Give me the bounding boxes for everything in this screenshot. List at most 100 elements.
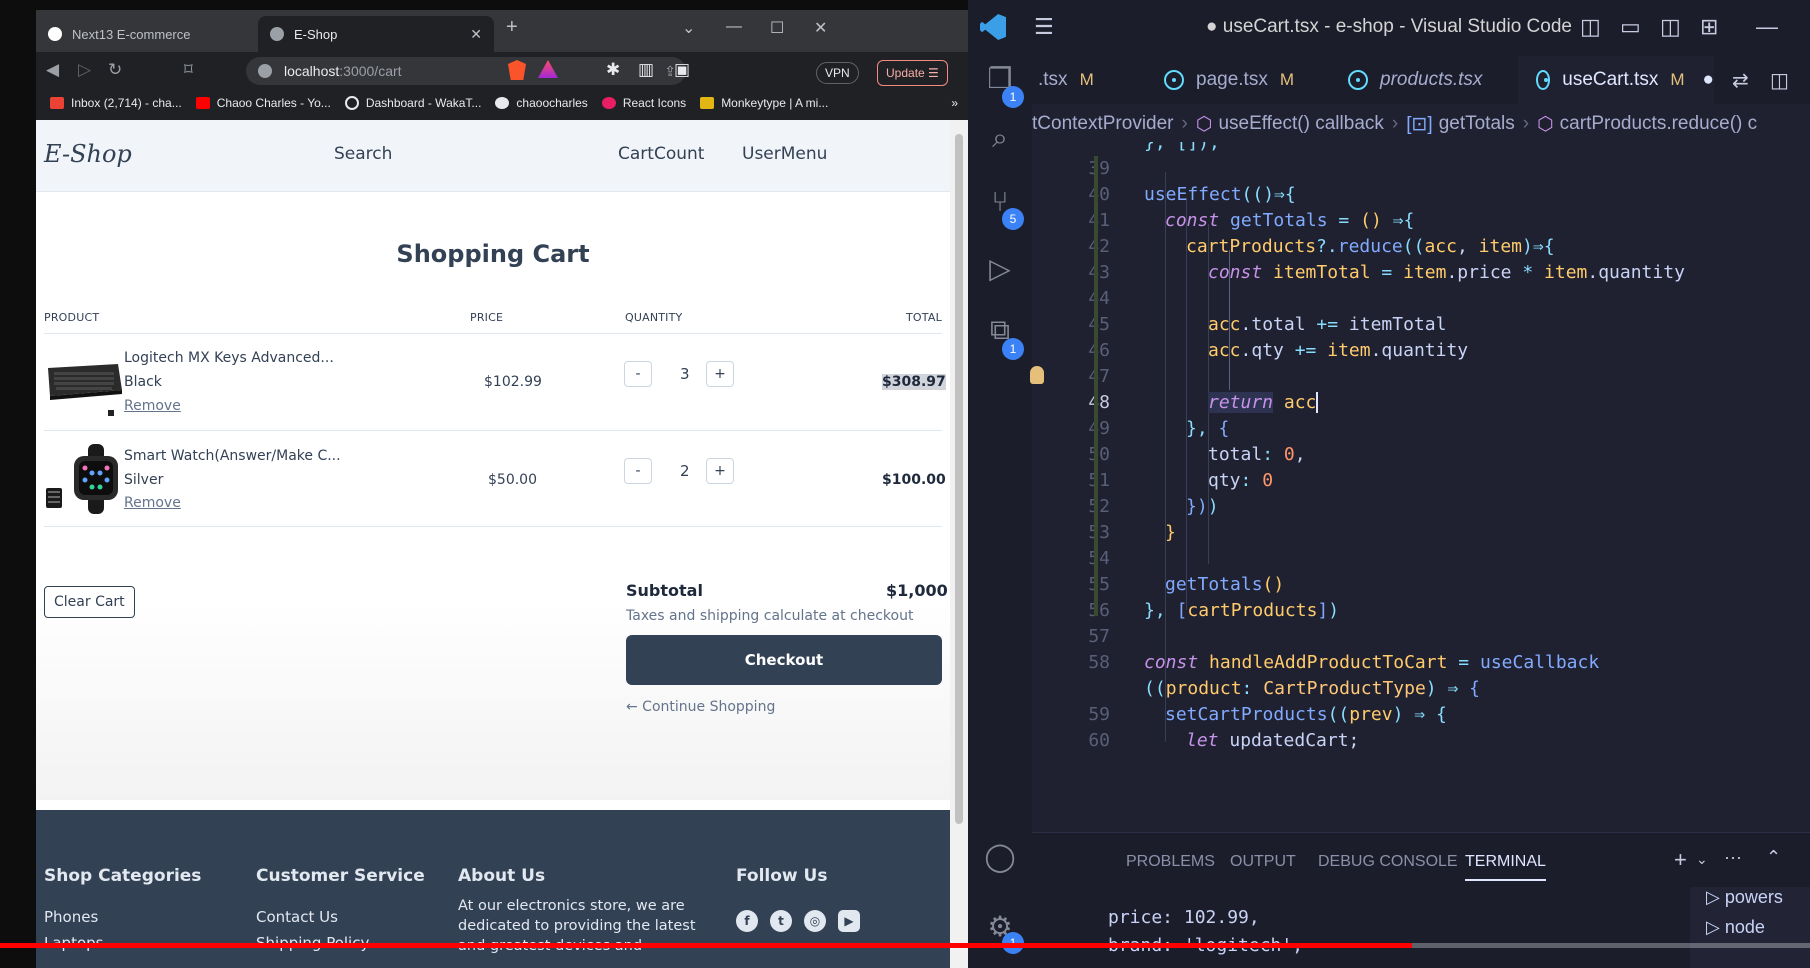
page-scrollbar[interactable] (950, 120, 968, 968)
terminal-item-node[interactable]: ▷ node (1706, 917, 1765, 938)
bookmark-wakatime[interactable]: Dashboard - WakaT... (344, 96, 481, 110)
chevron-down-icon[interactable]: ⌄ (1696, 851, 1708, 868)
taxes-note: Taxes and shipping calculate at checkout (626, 608, 914, 624)
increase-qty-button[interactable]: + (706, 361, 734, 387)
bookmark-github[interactable]: chaoocharles (495, 96, 588, 110)
browser-tab-eshop[interactable]: E-Shop ✕ (258, 16, 494, 52)
toggle-sidebar-icon[interactable]: ◫ (1580, 14, 1601, 40)
bookmarks-overflow-icon[interactable]: » (951, 96, 958, 110)
breadcrumb-item[interactable]: cartProducts.reduce() c (1560, 113, 1757, 135)
remove-link[interactable]: Remove (124, 495, 181, 511)
tab-terminal[interactable]: TERMINAL (1465, 853, 1546, 881)
scrollbar-thumb[interactable] (955, 134, 963, 824)
clear-cart-button[interactable]: Clear Cart (44, 586, 135, 618)
bookmark-youtube[interactable]: Chaoo Charles - Yo... (195, 96, 331, 110)
toggle-panel-icon[interactable]: ▭ (1620, 14, 1641, 40)
product-name[interactable]: Smart Watch(Answer/Make C... (124, 448, 341, 464)
twitter-icon[interactable]: t (770, 910, 792, 932)
video-progress-bar[interactable] (0, 943, 1810, 948)
back-icon[interactable]: ◀ (46, 60, 59, 80)
line-number: 48 (1088, 392, 1110, 413)
terminal-item-powershell[interactable]: ▷ powers (1706, 887, 1783, 908)
breadcrumb-item[interactable]: useEffect() callback (1218, 113, 1383, 135)
forward-icon[interactable]: ▷ (78, 60, 91, 80)
more-actions-icon[interactable]: ··· (1724, 847, 1742, 868)
line-number: 59 (1088, 704, 1110, 725)
tab-title: E-Shop (294, 26, 338, 42)
breadcrumb-item[interactable]: getTotals (1439, 113, 1515, 135)
increase-qty-button[interactable]: + (706, 458, 734, 484)
browser-tab-next13[interactable]: Next13 E-commerce (36, 16, 256, 52)
tab-search-icon[interactable]: ⌄ (682, 18, 695, 38)
line-number: 54 (1088, 548, 1110, 569)
bookmark-gmail[interactable]: Inbox (2,714) - cha... (50, 96, 182, 110)
chevron-right-icon: › (1181, 113, 1188, 134)
toggle-secondary-sidebar-icon[interactable]: ◫ (1660, 14, 1681, 40)
cart-count-link[interactable]: CartCount (618, 144, 704, 164)
site-navbar: E-Shop Search CartCount UserMenu (36, 120, 950, 192)
update-button[interactable]: Update ☰ (877, 60, 948, 86)
run-debug-icon[interactable]: ▷ (982, 252, 1018, 288)
footer-link[interactable]: Phones (44, 908, 98, 926)
lightbulb-icon[interactable] (1030, 366, 1044, 384)
window-close-icon[interactable]: ✕ (814, 18, 827, 38)
react-icon (1536, 70, 1551, 90)
breadcrumb-item[interactable]: tContextProvider (1032, 113, 1174, 135)
tab-problems[interactable]: PROBLEMS (1126, 853, 1215, 871)
monkeytype-icon (700, 97, 715, 109)
checkout-button[interactable]: Checkout (626, 635, 942, 685)
sidebar-icon[interactable]: ▥ (638, 60, 654, 80)
code-editor[interactable]: }, []); 39 40 useEffect(()⇒{ 41 const getT… (1032, 142, 1810, 832)
bookmark-icon[interactable]: ⌑ (184, 60, 193, 80)
customize-layout-icon[interactable]: ⊞ (1700, 14, 1718, 40)
line-number: 49 (1088, 418, 1110, 439)
minimize-icon[interactable]: — (726, 18, 742, 36)
tab-output[interactable]: OUTPUT (1230, 853, 1296, 871)
smartwatch-image[interactable] (44, 442, 124, 514)
user-menu-link[interactable]: UserMenu (742, 144, 827, 164)
site-logo[interactable]: E-Shop (44, 140, 132, 168)
bookmark-monkeytype[interactable]: Monkeytype | A mi... (700, 96, 828, 110)
accounts-icon[interactable]: ◯ (982, 840, 1018, 876)
footer-link[interactable]: Contact Us (256, 908, 338, 926)
reload-icon[interactable]: ↻ (108, 60, 122, 80)
tab-usecart-tsx[interactable]: useCart.tsx M ● (1518, 56, 1714, 104)
split-editor-icon[interactable]: ◫ (1770, 68, 1789, 93)
search-link[interactable]: Search (334, 144, 392, 164)
instagram-icon[interactable]: ◎ (804, 910, 826, 932)
product-name[interactable]: Logitech MX Keys Advanced... (124, 350, 334, 366)
decrease-qty-button[interactable]: - (624, 361, 652, 387)
vpn-button[interactable]: VPN (816, 62, 859, 84)
close-icon[interactable]: ✕ (470, 26, 482, 43)
bookmark-react-icons[interactable]: React Icons (601, 96, 686, 110)
menu-icon[interactable]: ☰ (1034, 14, 1054, 40)
tab-products-tsx[interactable]: products.tsx (1328, 56, 1518, 104)
keyboard-image[interactable] (44, 346, 124, 418)
decrease-qty-button[interactable]: - (624, 458, 652, 484)
minimize-icon[interactable]: — (1756, 14, 1778, 40)
facebook-icon[interactable]: f (736, 910, 758, 932)
column-price: PRICE (470, 311, 504, 324)
tab-debug-console[interactable]: DEBUG CONSOLE (1318, 853, 1458, 871)
unsaved-dot-icon[interactable]: ● (1703, 69, 1714, 91)
product-price: $50.00 (488, 472, 537, 488)
search-icon[interactable]: ⌕ (982, 122, 1018, 158)
extensions-icon[interactable]: ✱ (606, 60, 620, 80)
remove-link[interactable]: Remove (124, 398, 181, 414)
tab-label: page.tsx (1196, 69, 1268, 90)
new-terminal-icon[interactable]: + (1674, 847, 1687, 873)
maximize-icon[interactable]: ☐ (770, 18, 784, 38)
new-tab-icon[interactable]: + (506, 16, 518, 39)
compare-icon[interactable]: ⇄ (1732, 68, 1749, 93)
chevron-right-icon: › (1522, 113, 1530, 134)
wallet-icon[interactable]: ▣ (674, 60, 690, 80)
site-info-icon[interactable] (258, 64, 272, 78)
terminal-line: price: 102.99, (1108, 907, 1260, 928)
browser-tabbar: Next13 E-commerce E-Shop ✕ + ⌄ — ☐ ✕ (36, 10, 968, 52)
tab-tsx[interactable]: .tsx M (1034, 56, 1154, 104)
continue-shopping-link[interactable]: ← Continue Shopping (626, 699, 775, 715)
tab-page-tsx[interactable]: page.tsx M (1148, 56, 1328, 104)
brave-shields-icon[interactable] (508, 60, 526, 80)
youtube-icon[interactable]: ▶ (838, 910, 860, 932)
maximize-panel-icon[interactable]: ⌃ (1766, 847, 1781, 868)
